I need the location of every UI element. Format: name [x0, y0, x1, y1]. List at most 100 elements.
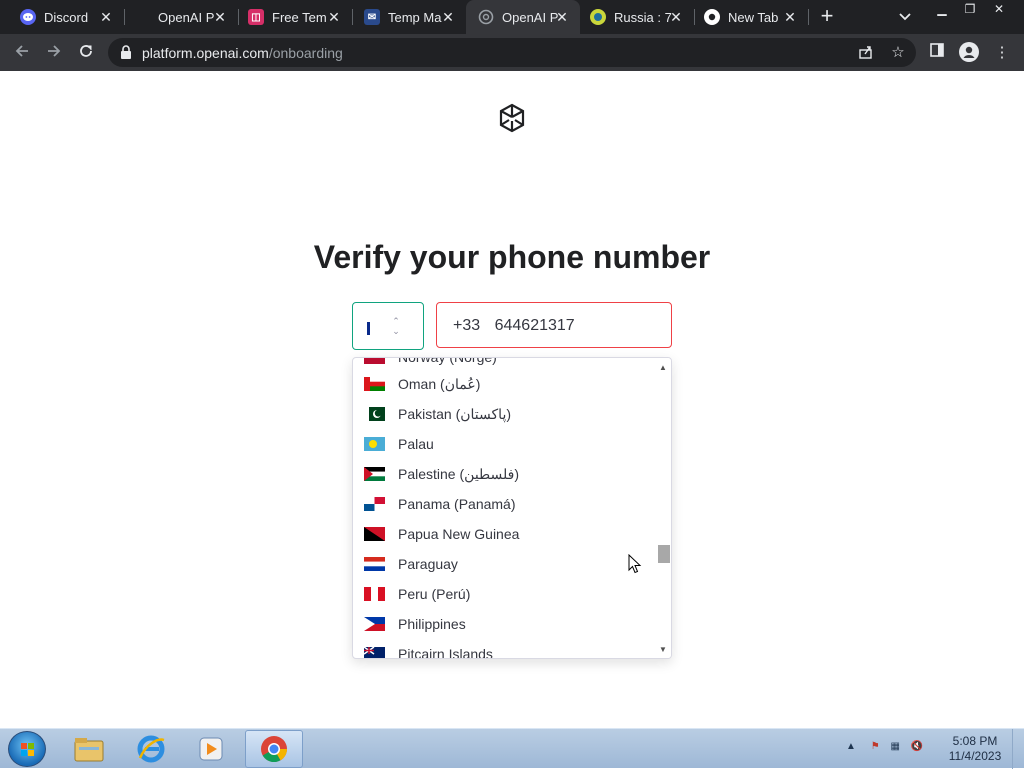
- list-item[interactable]: Peru (Perú): [353, 579, 655, 609]
- volume-muted-icon[interactable]: 🔇: [911, 741, 923, 752]
- network-icon[interactable]: ▦: [890, 741, 899, 752]
- mouse-cursor-icon: [628, 554, 642, 574]
- pakistan-flag-icon: [364, 407, 385, 421]
- list-item[interactable]: Paraguay: [353, 549, 655, 579]
- media-player-icon: [199, 737, 223, 761]
- country-label: Paraguay: [398, 556, 458, 572]
- start-button[interactable]: [8, 731, 46, 767]
- system-tray[interactable]: ▲ ⚑ ▦ 🔇: [846, 741, 923, 752]
- tab-divider: [808, 9, 809, 25]
- palau-flag-icon: [364, 437, 385, 451]
- country-dropdown[interactable]: Norway (Norge) Oman (عُمان) Pakistan (پا…: [352, 357, 672, 659]
- papua-new-guinea-flag-icon: [364, 527, 385, 541]
- panama-flag-icon: [364, 497, 385, 511]
- windows-taskbar: ▲ ⚑ ▦ 🔇 5:08 PM 11/4/2023: [0, 728, 1024, 769]
- list-item[interactable]: Pakistan (پاکستان): [353, 399, 655, 429]
- close-icon[interactable]: ✕: [668, 9, 684, 25]
- tab-new-tab[interactable]: New Tab ✕: [694, 0, 808, 34]
- tab-strip: Discord ✕ OpenAI P ✕ ◫ Free Tem ✕ ✉ Temp…: [0, 0, 1024, 34]
- tab-openai-active[interactable]: OpenAI P ✕: [466, 0, 580, 34]
- new-tab-button[interactable]: +: [815, 5, 839, 29]
- clock[interactable]: 5:08 PM 11/4/2023: [940, 734, 1010, 764]
- forward-button[interactable]: [41, 40, 67, 66]
- profile-icon[interactable]: [958, 42, 980, 64]
- phone-number-field[interactable]: +33 644621317: [436, 302, 672, 348]
- side-panel-icon[interactable]: [926, 42, 948, 64]
- taskbar-chrome[interactable]: [245, 730, 303, 768]
- discord-icon: [20, 9, 36, 25]
- dropdown-scrollbar[interactable]: ▲ ▼: [655, 358, 671, 658]
- norway-flag-icon: [364, 358, 385, 364]
- close-icon[interactable]: ✕: [98, 9, 114, 25]
- close-icon[interactable]: ✕: [554, 9, 570, 25]
- tab-discord[interactable]: Discord ✕: [0, 0, 124, 34]
- france-flag-icon: [367, 322, 377, 335]
- menu-kebab-icon[interactable]: ⋮: [991, 42, 1013, 64]
- bookmark-star-icon[interactable]: ☆: [889, 44, 907, 62]
- country-label: Norway (Norge): [398, 357, 497, 365]
- windows-logo-icon: [21, 743, 34, 756]
- action-center-icon[interactable]: ⚑: [871, 741, 880, 752]
- show-desktop-button[interactable]: [1012, 729, 1024, 769]
- reload-button[interactable]: [73, 40, 99, 66]
- close-icon[interactable]: ✕: [326, 9, 342, 25]
- country-label: Papua New Guinea: [398, 526, 520, 542]
- address-bar[interactable]: platform.openai.com/onboarding ☆: [108, 38, 916, 67]
- tab-free-temp[interactable]: ◫ Free Tem ✕: [238, 0, 352, 34]
- browser-toolbar: platform.openai.com/onboarding ☆ ⋮: [0, 34, 1024, 71]
- close-icon[interactable]: ✕: [212, 9, 228, 25]
- back-button[interactable]: [9, 40, 35, 66]
- oman-flag-icon: [364, 377, 385, 391]
- country-label: Palestine (فلسطين): [398, 465, 520, 482]
- scroll-down-arrow-icon[interactable]: ▼: [659, 646, 667, 654]
- russia-icon: [590, 9, 606, 25]
- tray-expand-icon[interactable]: ▲: [846, 741, 856, 752]
- list-item[interactable]: Pitcairn Islands: [353, 639, 655, 659]
- taskbar-explorer[interactable]: [60, 730, 118, 768]
- select-arrows-icon: ⌃ ⌄: [392, 316, 400, 336]
- share-icon[interactable]: [857, 44, 875, 62]
- close-icon[interactable]: ✕: [440, 9, 456, 25]
- url-path: /onboarding: [268, 45, 343, 61]
- scroll-thumb[interactable]: [658, 545, 670, 563]
- minimize-button[interactable]: ▁: [928, 0, 956, 18]
- internet-explorer-icon: [137, 735, 165, 763]
- list-item[interactable]: Papua New Guinea: [353, 519, 655, 549]
- scroll-up-arrow-icon[interactable]: ▲: [659, 364, 667, 372]
- openai-logo: [499, 103, 525, 133]
- close-window-button[interactable]: ✕: [984, 0, 1014, 18]
- country-label: Pitcairn Islands: [398, 646, 493, 659]
- country-select[interactable]: ⌃ ⌄: [352, 302, 424, 350]
- tab-temp-mail[interactable]: ✉ Temp Ma ✕: [352, 0, 466, 34]
- maximize-button[interactable]: ❐: [956, 0, 984, 18]
- tab-openai-1[interactable]: OpenAI P ✕: [124, 0, 238, 34]
- peru-flag-icon: [364, 587, 385, 601]
- list-item[interactable]: Philippines: [353, 609, 655, 639]
- country-label: Philippines: [398, 616, 466, 632]
- country-label: Peru (Perú): [398, 586, 471, 602]
- taskbar-media-player[interactable]: [182, 730, 240, 768]
- list-item[interactable]: Palestine (فلسطين): [353, 459, 655, 489]
- openai-icon: [478, 9, 494, 25]
- list-item[interactable]: Oman (عُمان): [353, 369, 655, 399]
- close-icon[interactable]: ✕: [782, 9, 798, 25]
- country-label: Palau: [398, 436, 434, 452]
- clock-time: 5:08 PM: [952, 734, 998, 748]
- tab-russia[interactable]: Russia : 7 ✕: [580, 0, 694, 34]
- chrome-icon: [261, 736, 288, 763]
- url-host: platform.openai.com: [142, 45, 269, 61]
- phone-value: 644621317: [494, 317, 575, 334]
- onboarding-page: Verify your phone number ⌃ ⌄ +33 64462131…: [0, 71, 1024, 728]
- temp-mail-icon: ✉: [364, 9, 380, 25]
- list-item[interactable]: Panama (Panamá): [353, 489, 655, 519]
- palestine-flag-icon: [364, 467, 385, 481]
- folder-icon: [74, 738, 104, 762]
- pitcairn-islands-flag-icon: [364, 647, 385, 658]
- taskbar-internet-explorer[interactable]: [122, 730, 180, 768]
- lock-icon: [121, 45, 131, 59]
- list-item[interactable]: Palau: [353, 429, 655, 459]
- country-label: Oman (عُمان): [398, 375, 481, 392]
- paraguay-flag-icon: [364, 557, 385, 571]
- chevron-down-icon[interactable]: [895, 7, 915, 27]
- free-temp-icon: ◫: [248, 9, 264, 25]
